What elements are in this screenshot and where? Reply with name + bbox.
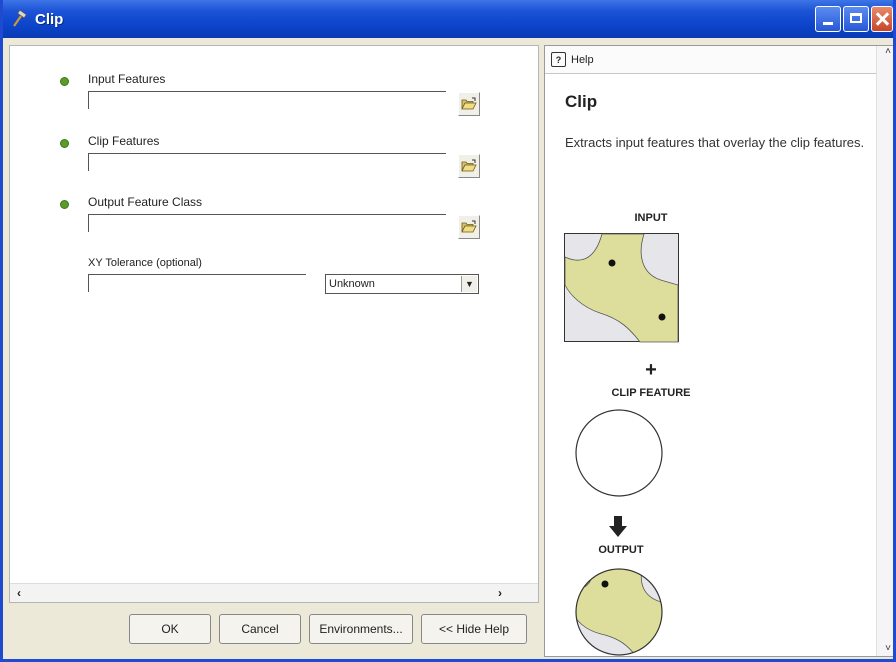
window-title: Clip: [35, 10, 64, 28]
clip-features-label: Clip Features: [88, 134, 160, 148]
input-features-browse-button[interactable]: [458, 92, 480, 116]
scroll-left-icon[interactable]: ‹: [11, 585, 27, 601]
scroll-down-icon[interactable]: ˅: [885, 643, 891, 654]
minimize-button[interactable]: [815, 6, 841, 32]
required-indicator-icon: [60, 77, 69, 86]
environments-button[interactable]: Environments...: [309, 614, 413, 644]
open-folder-icon: [461, 220, 477, 233]
xy-tolerance-label: XY Tolerance (optional): [88, 257, 202, 269]
help-description: Extracts input features that overlay the…: [565, 135, 865, 150]
diagram-output-label: OUTPUT: [598, 544, 644, 556]
input-features-field[interactable]: [88, 91, 446, 109]
dialog-buttons: OK Cancel Environments... << Hide Help: [3, 614, 543, 648]
parameters-panel: Input Features Clip Features Output Feat…: [9, 45, 539, 603]
required-indicator-icon: [60, 200, 69, 209]
input-diagram-image: [564, 233, 679, 343]
xy-tolerance-unit-select[interactable]: Unknown ▼: [325, 274, 479, 294]
hide-help-button[interactable]: << Hide Help: [421, 614, 527, 644]
title-bar[interactable]: Clip: [3, 0, 893, 38]
input-features-label: Input Features: [88, 72, 166, 86]
hammer-icon: [13, 10, 27, 27]
cancel-button[interactable]: Cancel: [219, 614, 301, 644]
open-folder-icon: [461, 97, 477, 110]
plus-symbol: +: [645, 359, 657, 381]
help-panel: ? Help Clip Extracts input features that…: [544, 45, 893, 657]
horizontal-scrollbar[interactable]: ‹ ›: [10, 583, 538, 602]
help-header: ? Help: [545, 46, 893, 74]
scroll-right-icon[interactable]: ›: [492, 585, 508, 601]
ok-button[interactable]: OK: [129, 614, 211, 644]
help-header-label: Help: [571, 53, 594, 66]
clip-features-field[interactable]: [88, 153, 446, 171]
clip-features-browse-button[interactable]: [458, 154, 480, 178]
required-indicator-icon: [60, 139, 69, 148]
chevron-down-icon[interactable]: ▼: [461, 276, 477, 292]
output-feature-class-browse-button[interactable]: [458, 215, 480, 239]
scroll-up-icon[interactable]: ˄: [885, 46, 891, 57]
help-icon: ?: [551, 52, 566, 67]
help-title: Clip: [565, 92, 598, 111]
output-feature-class-label: Output Feature Class: [88, 195, 203, 209]
diagram-input-label: INPUT: [634, 212, 668, 224]
output-feature-class-field[interactable]: [88, 214, 446, 232]
close-button[interactable]: [871, 6, 893, 32]
vertical-scrollbar[interactable]: ˄ ˅: [876, 46, 893, 656]
xy-tolerance-field[interactable]: [88, 274, 306, 292]
open-folder-icon: [461, 159, 477, 172]
clip-tool-window: Clip Input Features Clip Features Output…: [0, 0, 896, 662]
output-diagram-image: [575, 568, 663, 656]
xy-tolerance-unit-value: Unknown: [329, 278, 375, 290]
maximize-button[interactable]: [843, 6, 869, 32]
arrow-down-icon: [609, 516, 627, 537]
diagram-clip-feature-label: CLIP FEATURE: [611, 387, 691, 399]
clip-feature-diagram-image: [575, 409, 663, 497]
